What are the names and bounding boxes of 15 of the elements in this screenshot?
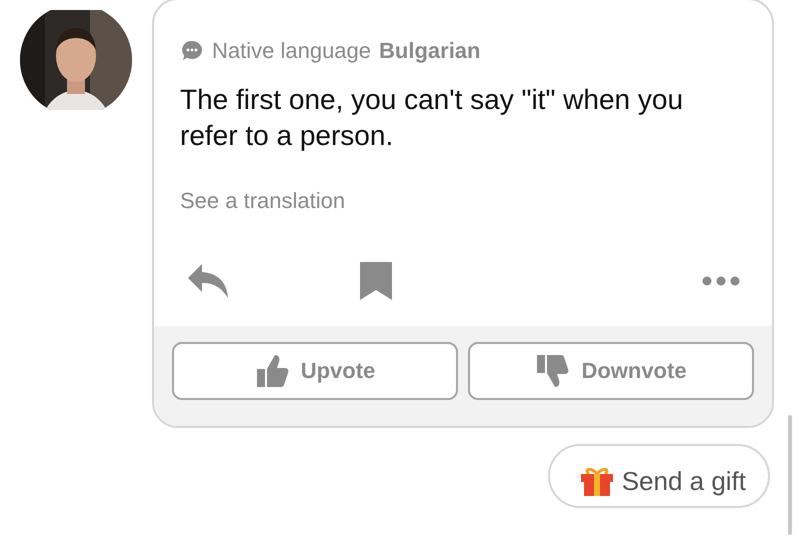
thumbs-up-icon	[254, 353, 291, 389]
downvote-button[interactable]: Downvote	[468, 342, 754, 400]
upvote-button[interactable]: Upvote	[172, 342, 458, 400]
more-icon[interactable]	[702, 276, 740, 286]
send-gift-button[interactable]: Send a gift	[548, 444, 770, 508]
comment-text: The first one, you can't say "it" when you refer to a person.	[180, 83, 684, 153]
thumbs-down-icon	[535, 353, 572, 389]
translation-link[interactable]: See a translation	[180, 188, 346, 214]
bookmark-icon[interactable]	[358, 260, 394, 302]
gift-icon	[580, 466, 614, 496]
speech-bubble-icon	[180, 39, 204, 63]
native-language-label: Native language	[212, 38, 372, 64]
native-language: Bulgarian	[379, 38, 480, 64]
scrollbar[interactable]	[788, 415, 792, 535]
reply-icon[interactable]	[186, 262, 230, 300]
